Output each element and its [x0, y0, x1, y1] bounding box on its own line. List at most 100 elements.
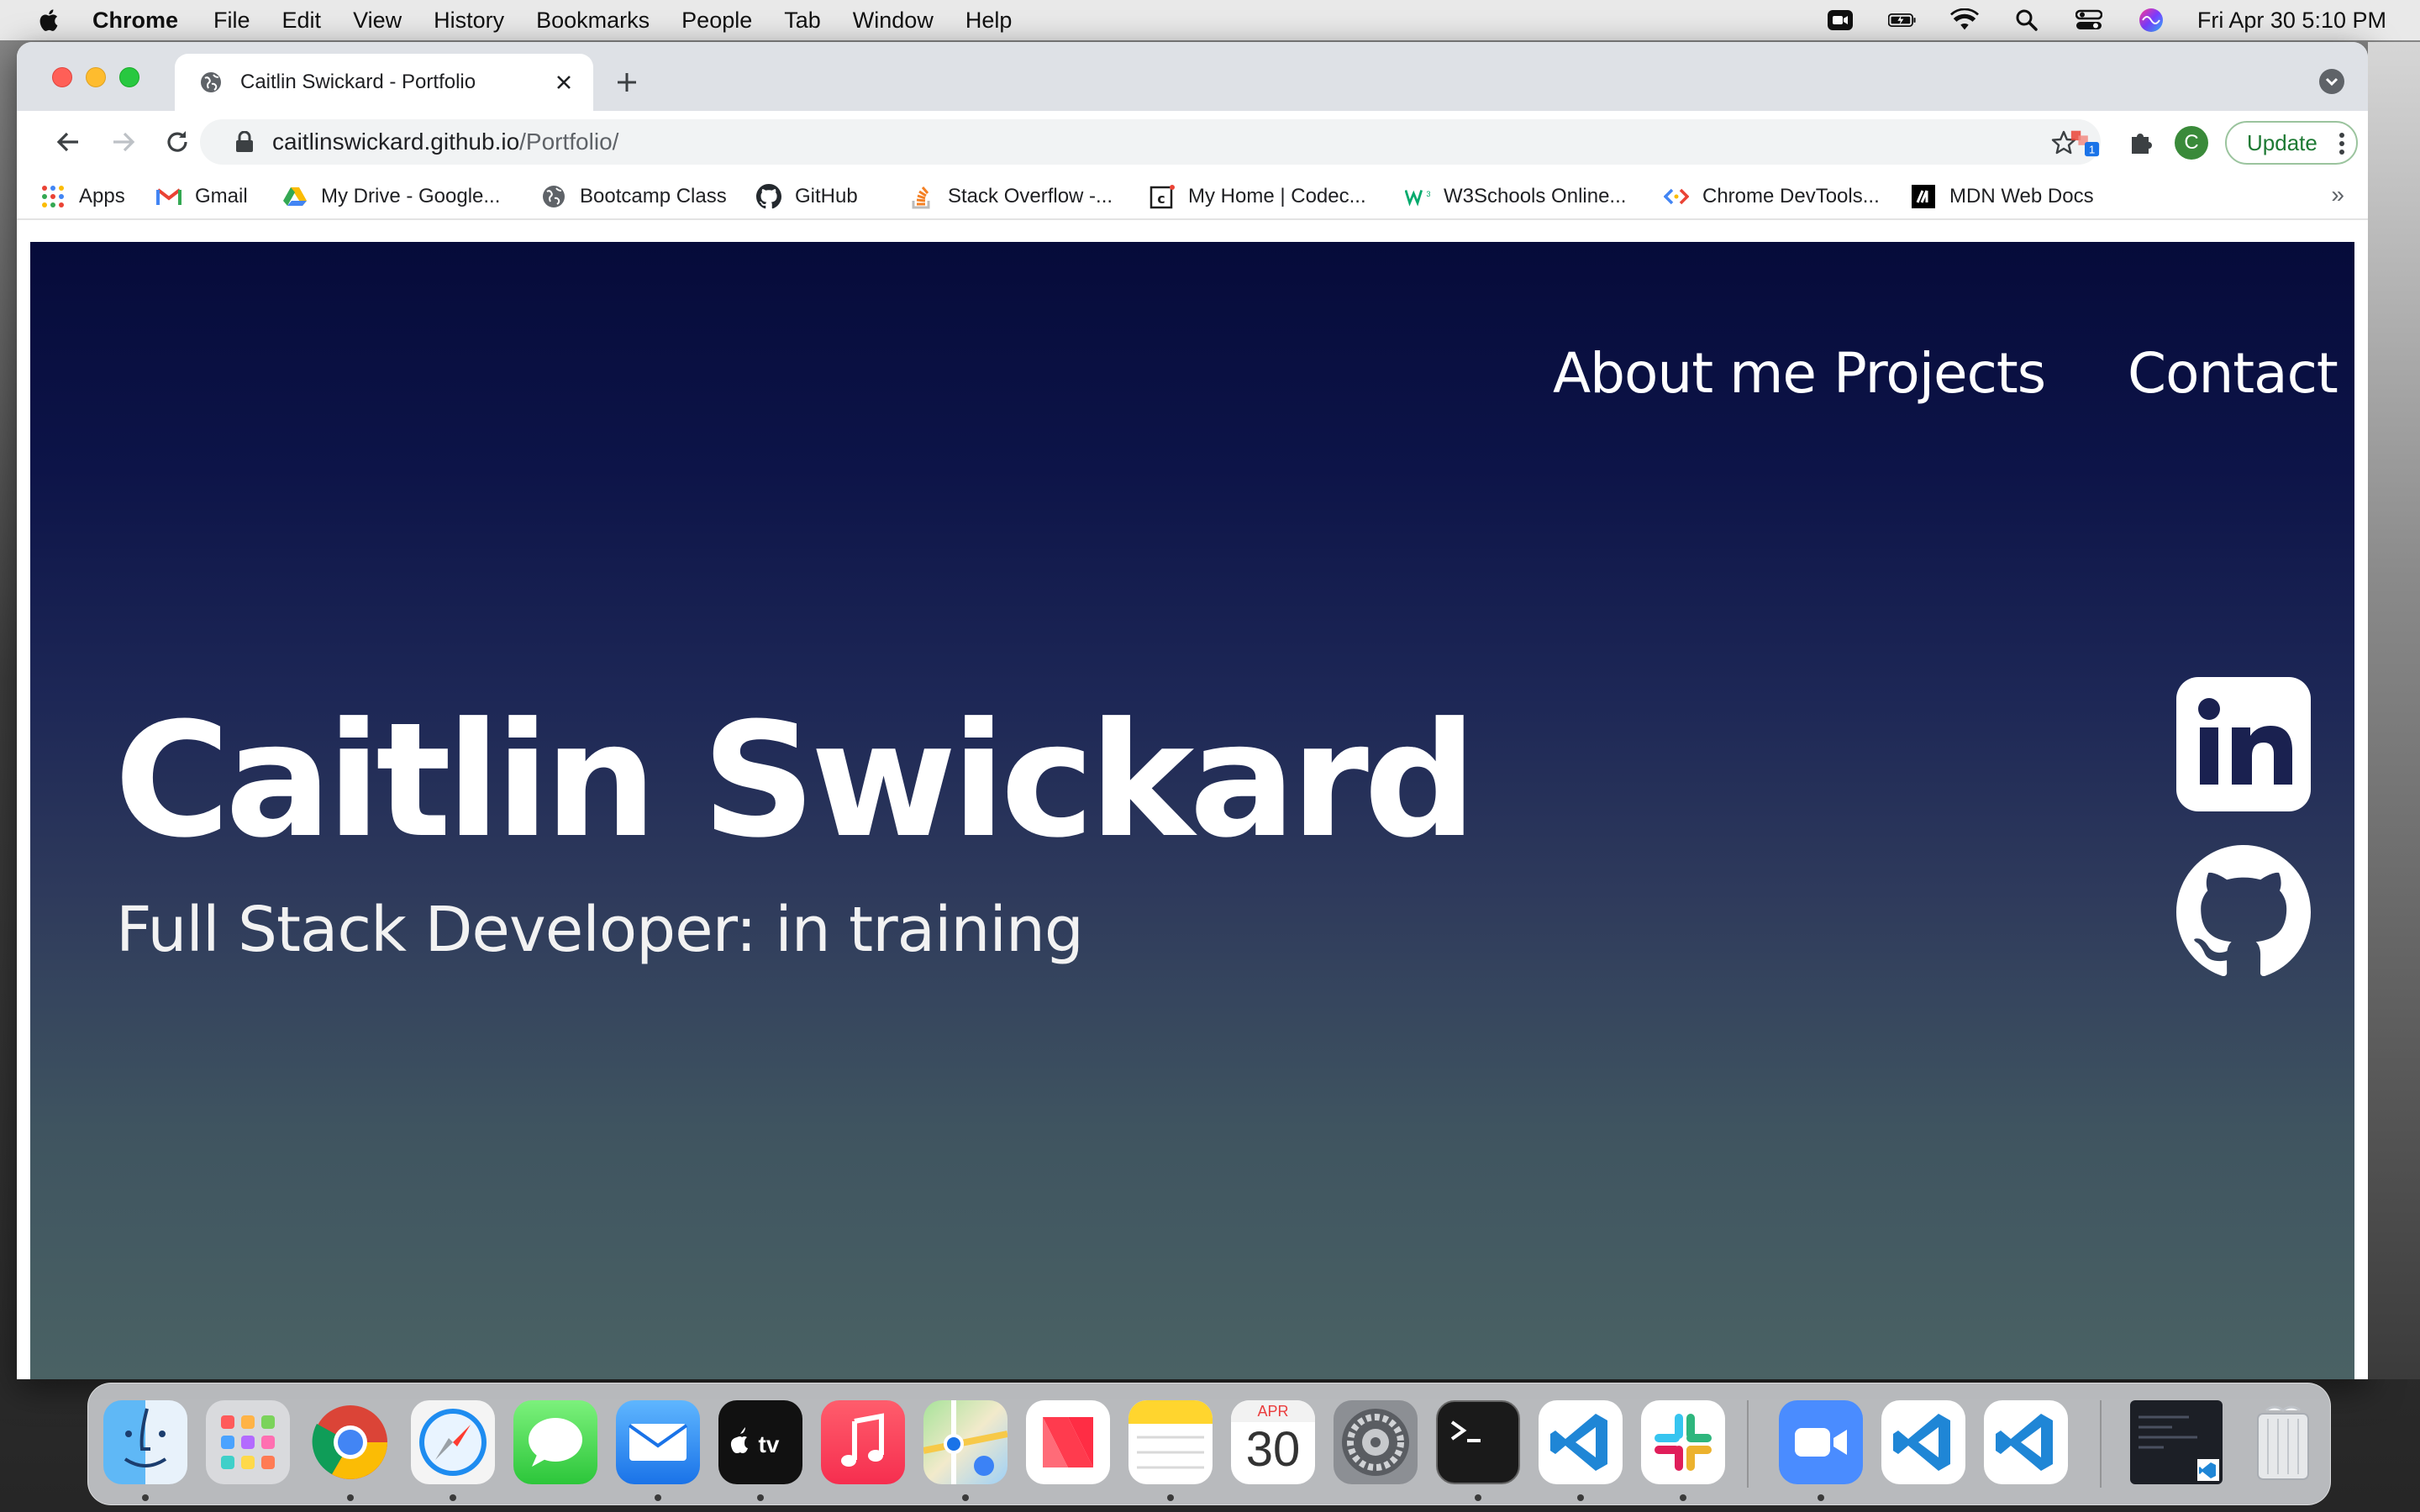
- bookmark-label: MDN Web Docs: [1949, 185, 2094, 207]
- lock-icon[interactable]: [235, 131, 254, 153]
- dock-separator: [2100, 1400, 2102, 1488]
- forward-button[interactable]: [108, 126, 139, 158]
- browser-toolbar: caitlinswickard.github.io/Portfolio/ 1 C…: [17, 111, 2368, 173]
- menu-file[interactable]: File: [213, 8, 250, 34]
- bookmark-label: Bootcamp Class: [580, 185, 727, 207]
- bookmark-github[interactable]: GitHub: [756, 183, 858, 210]
- gmail-icon: [156, 184, 182, 209]
- bookmark-stack-overflow[interactable]: Stack Overflow -...: [909, 183, 1113, 210]
- notes-icon[interactable]: [1128, 1400, 1213, 1484]
- minimized-window-thumbnail[interactable]: [2130, 1400, 2223, 1484]
- window-minimize-button[interactable]: [86, 67, 106, 87]
- menu-history[interactable]: History: [434, 8, 504, 34]
- running-indicator: [142, 1494, 149, 1501]
- bookmark-apps[interactable]: Apps: [40, 183, 125, 210]
- calendar-day: 30: [1245, 1422, 1301, 1477]
- window-zoom-button[interactable]: [119, 67, 139, 87]
- nav-contact[interactable]: Contact: [2128, 341, 2338, 406]
- bookmark-label: Chrome DevTools...: [1702, 185, 1880, 207]
- vscode-icon[interactable]: [1539, 1400, 1623, 1484]
- back-button[interactable]: [52, 126, 84, 158]
- tab-search-button[interactable]: [2319, 69, 2344, 94]
- menu-view[interactable]: View: [353, 8, 402, 34]
- wifi-icon[interactable]: [1949, 8, 1979, 33]
- menubar-clock[interactable]: Fri Apr 30 5:10 PM: [2197, 8, 2386, 34]
- calendar-icon[interactable]: APR 30: [1231, 1400, 1315, 1484]
- tab-title: Caitlin Swickard - Portfolio: [240, 71, 476, 93]
- bookmark-gmail[interactable]: Gmail: [156, 183, 248, 210]
- nav-about-me[interactable]: About me: [1553, 341, 1817, 406]
- browser-tab-active[interactable]: Caitlin Swickard - Portfolio: [175, 54, 593, 111]
- bookmarks-overflow-button[interactable]: »: [2331, 181, 2344, 208]
- vscode-icon[interactable]: [1881, 1400, 1965, 1484]
- finder-icon[interactable]: [103, 1400, 187, 1484]
- github-icon[interactable]: [2176, 845, 2311, 979]
- menu-edit[interactable]: Edit: [282, 8, 322, 34]
- running-indicator: [1680, 1494, 1686, 1501]
- hero-subtitle: Full Stack Developer: in training: [116, 894, 1084, 966]
- new-tab-button[interactable]: [612, 67, 642, 97]
- safari-icon[interactable]: [411, 1400, 495, 1484]
- launchpad-icon[interactable]: [206, 1400, 290, 1484]
- spotlight-search-icon[interactable]: [2012, 8, 2041, 33]
- maps-icon[interactable]: [923, 1400, 1007, 1484]
- codecademy-icon: c: [1150, 184, 1175, 209]
- menubar-status-area: Fri Apr 30 5:10 PM: [1792, 0, 2386, 40]
- messages-icon[interactable]: [513, 1400, 597, 1484]
- running-indicator: [757, 1494, 764, 1501]
- tab-close-icon[interactable]: [553, 71, 575, 93]
- menu-tab[interactable]: Tab: [784, 8, 821, 34]
- mail-icon[interactable]: [616, 1400, 700, 1484]
- bookmark-codecademy[interactable]: c My Home | Codec...: [1150, 183, 1366, 210]
- reload-button[interactable]: [161, 126, 193, 158]
- running-indicator: [1818, 1494, 1824, 1501]
- bookmark-w3schools[interactable]: 3 W3Schools Online...: [1405, 183, 1626, 210]
- extension-badge-icon[interactable]: 1: [2069, 126, 2101, 158]
- svg-text:tv: tv: [759, 1431, 780, 1457]
- running-indicator: [1167, 1494, 1174, 1501]
- update-label: Update: [2247, 129, 2317, 155]
- chrome-icon[interactable]: [308, 1400, 392, 1484]
- running-indicator: [450, 1494, 456, 1501]
- vscode-icon[interactable]: [1984, 1400, 2068, 1484]
- bookmark-label: Apps: [79, 185, 125, 207]
- update-button[interactable]: Update: [2225, 121, 2358, 165]
- menu-help[interactable]: Help: [965, 8, 1013, 34]
- menu-people[interactable]: People: [681, 8, 752, 34]
- terminal-icon[interactable]: [1436, 1400, 1520, 1484]
- control-center-icon[interactable]: [2075, 8, 2103, 33]
- battery-icon[interactable]: [1887, 8, 1917, 33]
- zoom-icon[interactable]: [1779, 1400, 1863, 1484]
- hero-name: Caitlin Swickard: [114, 689, 1476, 873]
- apple-tv-icon[interactable]: tv: [718, 1400, 802, 1484]
- menu-window[interactable]: Window: [853, 8, 934, 34]
- music-icon[interactable]: [821, 1400, 905, 1484]
- linkedin-icon[interactable]: [2176, 677, 2311, 811]
- nav-projects[interactable]: Projects: [1833, 341, 2046, 406]
- trash-icon[interactable]: [2241, 1400, 2325, 1484]
- system-preferences-icon[interactable]: [1334, 1400, 1418, 1484]
- url-path: /Portfolio/: [519, 129, 619, 155]
- bookmark-chrome-devtools[interactable]: Chrome DevTools...: [1664, 183, 1880, 210]
- profile-avatar[interactable]: C: [2175, 126, 2208, 160]
- news-icon[interactable]: [1026, 1400, 1110, 1484]
- address-bar[interactable]: caitlinswickard.github.io/Portfolio/: [200, 119, 2101, 165]
- bookmark-bootcamp-class[interactable]: Bootcamp Class: [541, 183, 727, 210]
- more-menu-icon[interactable]: [2339, 133, 2344, 155]
- bookmark-mdn[interactable]: MDN Web Docs: [1911, 183, 2094, 210]
- slack-icon[interactable]: [1641, 1400, 1725, 1484]
- apple-logo-icon[interactable]: [35, 6, 64, 34]
- dock-separator: [1747, 1400, 1749, 1488]
- bookmark-google-drive[interactable]: My Drive - Google...: [282, 183, 500, 210]
- svg-text:c: c: [1157, 191, 1165, 207]
- w3schools-icon: 3: [1405, 184, 1430, 209]
- bookmark-label: Gmail: [195, 185, 248, 207]
- menu-bookmarks[interactable]: Bookmarks: [536, 8, 650, 34]
- extensions-puzzle-icon[interactable]: [2124, 126, 2156, 158]
- screen-recording-icon[interactable]: [1826, 8, 1854, 33]
- running-indicator: [1475, 1494, 1481, 1501]
- siri-icon[interactable]: [2137, 8, 2165, 33]
- window-close-button[interactable]: [52, 67, 72, 87]
- menu-app-name[interactable]: Chrome: [92, 8, 178, 34]
- tab-strip: Caitlin Swickard - Portfolio: [17, 42, 2368, 111]
